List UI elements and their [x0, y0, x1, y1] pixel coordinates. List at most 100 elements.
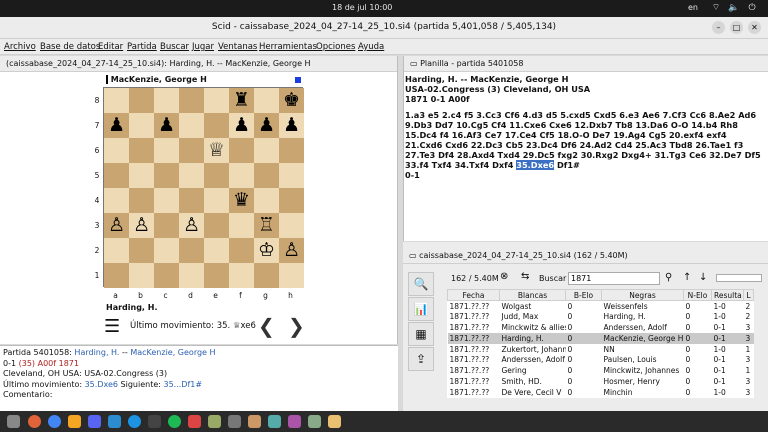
- menu-herramientas[interactable]: Herramientas: [259, 42, 317, 52]
- board-square[interactable]: [129, 88, 154, 113]
- apps-grid-icon[interactable]: [7, 415, 20, 428]
- white-king-icon[interactable]: ♔: [254, 238, 279, 263]
- board-tree-icon[interactable]: ▦: [408, 322, 434, 346]
- board-square[interactable]: [104, 163, 129, 188]
- column-header[interactable]: Resulta: [711, 289, 744, 301]
- board-square[interactable]: [254, 263, 279, 288]
- black-pawn-icon[interactable]: ♟: [104, 113, 129, 138]
- table-row[interactable]: 1871.??.?? De Vere, Cecil V 0 Minchin 0 1-0 3: [448, 387, 754, 398]
- board-square[interactable]: [129, 263, 154, 288]
- board-square[interactable]: [204, 188, 229, 213]
- board-square[interactable]: [154, 238, 179, 263]
- board-square[interactable]: [279, 138, 304, 163]
- zoom-slider[interactable]: [716, 274, 762, 282]
- search-icon[interactable]: ⚲: [665, 272, 672, 283]
- menu-opciones[interactable]: Opciones: [316, 42, 355, 52]
- white-queen-icon[interactable]: ♕: [204, 138, 229, 163]
- board-square[interactable]: [129, 238, 154, 263]
- table-row[interactable]: 1871.??.?? Gering 0 Minckwitz, Johannes 0 0-1…: [448, 365, 754, 376]
- arrow-down-icon[interactable]: ↓: [699, 272, 707, 283]
- board-square[interactable]: [229, 163, 254, 188]
- import-icon[interactable]: ⇪: [408, 347, 434, 371]
- board-square[interactable]: [229, 213, 254, 238]
- menu-ayuda[interactable]: Ayuda: [358, 42, 384, 52]
- column-header[interactable]: L: [743, 289, 754, 301]
- board-square[interactable]: [154, 213, 179, 238]
- board-square[interactable]: [154, 163, 179, 188]
- white-pawn-icon[interactable]: ♙: [129, 213, 154, 238]
- table-row[interactable]: 1871.??.?? Wolgast 0 Weissenfels 0 1-0 2: [448, 301, 754, 312]
- black-player-link[interactable]: MacKenzie, George H: [130, 348, 215, 357]
- board-square[interactable]: [179, 88, 204, 113]
- board-square[interactable]: [154, 188, 179, 213]
- eco-link[interactable]: A00f: [38, 359, 56, 368]
- board-square[interactable]: [104, 188, 129, 213]
- board-square[interactable]: [129, 188, 154, 213]
- white-pawn-icon[interactable]: ♙: [104, 213, 129, 238]
- board-square[interactable]: [204, 213, 229, 238]
- hamburger-menu-icon[interactable]: ☰: [104, 318, 120, 336]
- next-move-button[interactable]: ❯: [288, 316, 305, 336]
- board-square[interactable]: [179, 263, 204, 288]
- board-square[interactable]: [129, 113, 154, 138]
- clear-filter-icon[interactable]: ⊗: [500, 271, 508, 282]
- board-square[interactable]: [204, 88, 229, 113]
- app-icon[interactable]: [188, 415, 201, 428]
- menu-base-de-datos[interactable]: Base de datos: [40, 42, 100, 52]
- board-square[interactable]: [254, 163, 279, 188]
- board-square[interactable]: [179, 113, 204, 138]
- board-tab[interactable]: (caissabase_2024_04_27-14_25_10.si4): Ha…: [0, 56, 397, 72]
- system-clock[interactable]: 18 de jul 10:00: [332, 3, 392, 12]
- board-square[interactable]: [229, 263, 254, 288]
- app-icon[interactable]: [308, 415, 321, 428]
- board-square[interactable]: [279, 163, 304, 188]
- search-board-icon[interactable]: 🔍: [408, 272, 434, 296]
- current-move[interactable]: 35.Dxe6: [516, 160, 555, 170]
- discord-icon[interactable]: [88, 415, 101, 428]
- black-rook-icon[interactable]: ♜: [229, 88, 254, 113]
- app-icon[interactable]: [228, 415, 241, 428]
- board-square[interactable]: [154, 263, 179, 288]
- game-list-table[interactable]: Fecha Blancas B-Elo Negras N-Elo Resulta…: [447, 289, 754, 398]
- board-square[interactable]: [179, 238, 204, 263]
- board-square[interactable]: [179, 163, 204, 188]
- language-indicator[interactable]: en: [688, 3, 698, 12]
- close-button[interactable]: ✕: [748, 21, 761, 34]
- menu-editar[interactable]: Editar: [98, 42, 123, 52]
- board-square[interactable]: [279, 213, 304, 238]
- detach-icon[interactable]: ▭: [409, 251, 417, 260]
- search-input[interactable]: [568, 272, 660, 285]
- column-header[interactable]: Blancas: [499, 289, 566, 301]
- board-square[interactable]: [229, 138, 254, 163]
- database-tab[interactable]: ▭ caissabase_2024_04_27-14_25_10.si4 (16…: [403, 248, 768, 264]
- board-square[interactable]: [104, 263, 129, 288]
- music-icon[interactable]: [168, 415, 181, 428]
- network-icon[interactable]: ⌔: [710, 2, 722, 14]
- last-move-link[interactable]: 35.Dxe6: [85, 380, 118, 389]
- power-icon[interactable]: ⏻: [746, 2, 758, 14]
- arrow-up-icon[interactable]: ↑: [683, 272, 691, 283]
- statistics-icon[interactable]: 📊: [408, 297, 434, 321]
- board-square[interactable]: [254, 138, 279, 163]
- board-square[interactable]: [204, 238, 229, 263]
- column-header[interactable]: N-Elo: [683, 289, 712, 301]
- menu-archivo[interactable]: Archivo: [4, 42, 36, 52]
- notation-tab[interactable]: ▭ Planilla - partida 5401058: [404, 56, 768, 72]
- black-king-icon[interactable]: ♚: [279, 88, 304, 113]
- black-queen-icon[interactable]: ♛: [229, 188, 254, 213]
- previous-move-button[interactable]: ❮: [258, 316, 275, 336]
- black-pawn-icon[interactable]: ♟: [254, 113, 279, 138]
- board-square[interactable]: [104, 88, 129, 113]
- table-row[interactable]: 1871.??.?? Judd, Max 0 Harding, H. 0 1-0 2: [448, 311, 754, 322]
- board-square[interactable]: [204, 113, 229, 138]
- app-icon[interactable]: [208, 415, 221, 428]
- table-row[interactable]: 1871.??.?? Smith, HD. 0 Hosmer, Henry 0 0-1 3: [448, 376, 754, 387]
- black-pawn-icon[interactable]: ♟: [279, 113, 304, 138]
- board-square[interactable]: [154, 88, 179, 113]
- board-square[interactable]: [229, 238, 254, 263]
- chess-board[interactable]: ♜ ♚ ♟ ♟ ♟ ♟ ♟ ♕ ♛ ♙ ♙ ♙ ♖ ♔ ♙: [103, 87, 304, 288]
- table-row[interactable]: 1871.??.?? Zukertort, Johanne 0 NN 0 1-0 1: [448, 344, 754, 355]
- volume-icon[interactable]: 🔈: [728, 2, 740, 14]
- board-square[interactable]: [179, 188, 204, 213]
- minimize-button[interactable]: –: [712, 21, 725, 34]
